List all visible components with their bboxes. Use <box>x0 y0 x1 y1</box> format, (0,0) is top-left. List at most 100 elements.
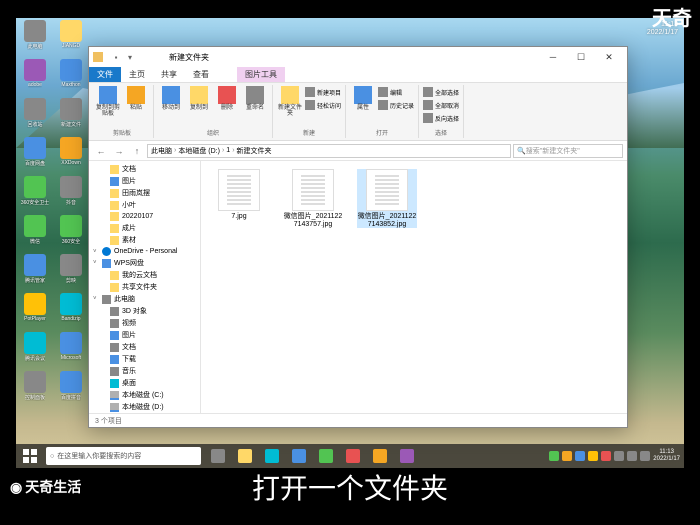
nav-item[interactable]: ˅WPS网盘 <box>91 257 198 269</box>
nav-item[interactable]: 图片 <box>91 329 198 341</box>
tray-icon-wifi[interactable] <box>627 451 637 461</box>
desktop-icon[interactable]: 回收站 <box>18 98 52 136</box>
search-input[interactable]: 🔍 搜索"新建文件夹" <box>513 144 623 158</box>
desktop-icon[interactable]: 此电脑 <box>18 20 52 58</box>
desktop-icon[interactable]: PotPlayer <box>18 293 52 331</box>
close-button[interactable]: ✕ <box>595 48 623 66</box>
nav-item[interactable]: 我的云文档 <box>91 269 198 281</box>
ribbon-button[interactable]: 删除 <box>214 86 240 128</box>
nav-item[interactable]: 文档 <box>91 341 198 353</box>
taskbar-app-app3[interactable] <box>340 444 366 468</box>
ribbon-button[interactable]: 重命名 <box>242 86 268 128</box>
tray-icon-t4[interactable] <box>588 451 598 461</box>
file-list-pane[interactable]: 7.jpg 微信图片_20211227143757.jpg微信图片_2021122… <box>201 161 627 413</box>
tab-share[interactable]: 共享 <box>153 67 185 82</box>
nav-item[interactable]: ˅此电脑 <box>91 293 198 305</box>
tray-icon-t6[interactable] <box>614 451 624 461</box>
desktop-icon[interactable]: 百度网盘 <box>18 137 52 175</box>
desktop-icon[interactable]: 微信 <box>18 215 52 253</box>
desktop-icon[interactable]: Bandizip <box>54 293 88 331</box>
taskbar-app-app1[interactable] <box>286 444 312 468</box>
file-item[interactable]: 微信图片_20211227143757.jpg <box>283 169 343 228</box>
nav-item[interactable]: 成片 <box>91 222 198 234</box>
ribbon-button-small[interactable]: 新建项目 <box>305 86 341 98</box>
ribbon-button[interactable]: 复制到剪贴板 <box>95 86 121 128</box>
desktop-icon[interactable]: JIANGD <box>54 20 88 58</box>
desktop-icon[interactable]: 新建文件 <box>54 98 88 136</box>
ribbon-button[interactable]: 粘贴 <box>123 86 149 128</box>
nav-item[interactable]: 田雨岚摆 <box>91 187 198 199</box>
tab-file[interactable]: 文件 <box>89 67 121 82</box>
nav-item[interactable]: 素材 <box>91 234 198 246</box>
qat-btn[interactable]: ▾ <box>124 51 136 63</box>
desktop-icon[interactable]: Maxthon <box>54 59 88 97</box>
nav-up-button[interactable]: ↑ <box>129 143 145 159</box>
ribbon-button-small[interactable]: 编辑 <box>378 86 414 98</box>
nav-expand-icon[interactable]: ˅ <box>93 296 99 302</box>
minimize-button[interactable]: ─ <box>539 48 567 66</box>
desktop-icon[interactable]: 360安全卫士 <box>18 176 52 214</box>
tray-icon-t2[interactable] <box>562 451 572 461</box>
nav-item[interactable]: 视频 <box>91 317 198 329</box>
desktop-icon[interactable]: 360安全 <box>54 215 88 253</box>
nav-item[interactable]: 小叶 <box>91 199 198 211</box>
nav-item[interactable]: 下载 <box>91 353 198 365</box>
title-bar[interactable]: ▪ ▾ 新建文件夹 ─ ☐ ✕ <box>89 47 627 67</box>
taskbar-search[interactable]: ○ 在这里输入你要搜索的内容 <box>46 447 201 465</box>
nav-item[interactable]: 本地磁盘 (C:) <box>91 389 198 401</box>
maximize-button[interactable]: ☐ <box>567 48 595 66</box>
nav-item[interactable]: ˅OneDrive - Personal <box>91 246 198 257</box>
nav-expand-icon[interactable]: ˅ <box>93 260 99 266</box>
ribbon-button[interactable]: 移动到 <box>158 86 184 128</box>
desktop-icon[interactable]: 控制面板 <box>18 371 52 409</box>
nav-item[interactable]: 音乐 <box>91 365 198 377</box>
desktop-icon[interactable]: 腾讯管家 <box>18 254 52 292</box>
taskbar-app-app4[interactable] <box>367 444 393 468</box>
taskbar-app-task-view[interactable] <box>205 444 231 468</box>
nav-item[interactable]: 文档 <box>91 163 198 175</box>
breadcrumb-segment[interactable]: 本地磁盘 (D:) <box>178 146 220 156</box>
desktop-icon[interactable]: 剪映 <box>54 254 88 292</box>
ribbon-button-small[interactable]: 历史记录 <box>378 99 414 111</box>
nav-item[interactable]: 本地磁盘 (D:) <box>91 401 198 413</box>
nav-item[interactable]: 共享文件夹 <box>91 281 198 293</box>
file-item[interactable]: 微信图片_20211227143852.jpg <box>357 169 417 228</box>
tray-icon-t1[interactable] <box>549 451 559 461</box>
taskbar-clock[interactable]: 11:132022/1/17 <box>653 449 680 462</box>
nav-item[interactable]: 3D 对象 <box>91 305 198 317</box>
start-button[interactable] <box>16 444 44 468</box>
taskbar-app-explorer[interactable] <box>232 444 258 468</box>
nav-expand-icon[interactable]: ˅ <box>93 249 99 255</box>
nav-forward-button[interactable]: → <box>111 143 127 159</box>
nav-item[interactable]: 20220107 <box>91 211 198 222</box>
navigation-pane[interactable]: 文档图片田雨岚摆小叶20220107成片素材˅OneDrive - Person… <box>89 161 201 413</box>
nav-item[interactable]: 图片 <box>91 175 198 187</box>
tray-icon-sound[interactable] <box>640 451 650 461</box>
desktop-icon[interactable]: Microsoft <box>54 332 88 370</box>
ribbon-button-small[interactable]: 全部选择 <box>423 86 459 98</box>
nav-back-button[interactable]: ← <box>93 143 109 159</box>
nav-item[interactable]: 桌面 <box>91 377 198 389</box>
breadcrumb-segment[interactable]: 1 <box>226 147 230 154</box>
taskbar-app-app5[interactable] <box>394 444 420 468</box>
taskbar-app-app2[interactable] <box>313 444 339 468</box>
taskbar-app-edge[interactable] <box>259 444 285 468</box>
qat-btn[interactable]: ▪ <box>110 51 122 63</box>
desktop-icon[interactable]: 腾讯会议 <box>18 332 52 370</box>
ribbon-button-small[interactable]: 全部取消 <box>423 99 459 111</box>
breadcrumb[interactable]: 此电脑›本地磁盘 (D:)›1›新建文件夹 <box>147 144 511 158</box>
desktop-icon[interactable]: 抖音 <box>54 176 88 214</box>
ribbon-button[interactable]: 新建文件夹 <box>277 86 303 128</box>
breadcrumb-segment[interactable]: 新建文件夹 <box>237 146 272 156</box>
ribbon-button-small[interactable]: 反向选择 <box>423 112 459 124</box>
ribbon-button-small[interactable]: 轻松访问 <box>305 99 341 111</box>
ribbon-button[interactable]: 复制到 <box>186 86 212 128</box>
tab-view[interactable]: 查看 <box>185 67 217 82</box>
breadcrumb-segment[interactable]: 此电脑 <box>151 146 172 156</box>
ribbon-button[interactable]: 属性 <box>350 86 376 128</box>
file-item[interactable]: 7.jpg <box>209 169 269 221</box>
tray-icon-t3[interactable] <box>575 451 585 461</box>
desktop-icon[interactable]: adobe <box>18 59 52 97</box>
tab-home[interactable]: 主页 <box>121 67 153 82</box>
desktop-icon[interactable]: 百度拼音 <box>54 371 88 409</box>
